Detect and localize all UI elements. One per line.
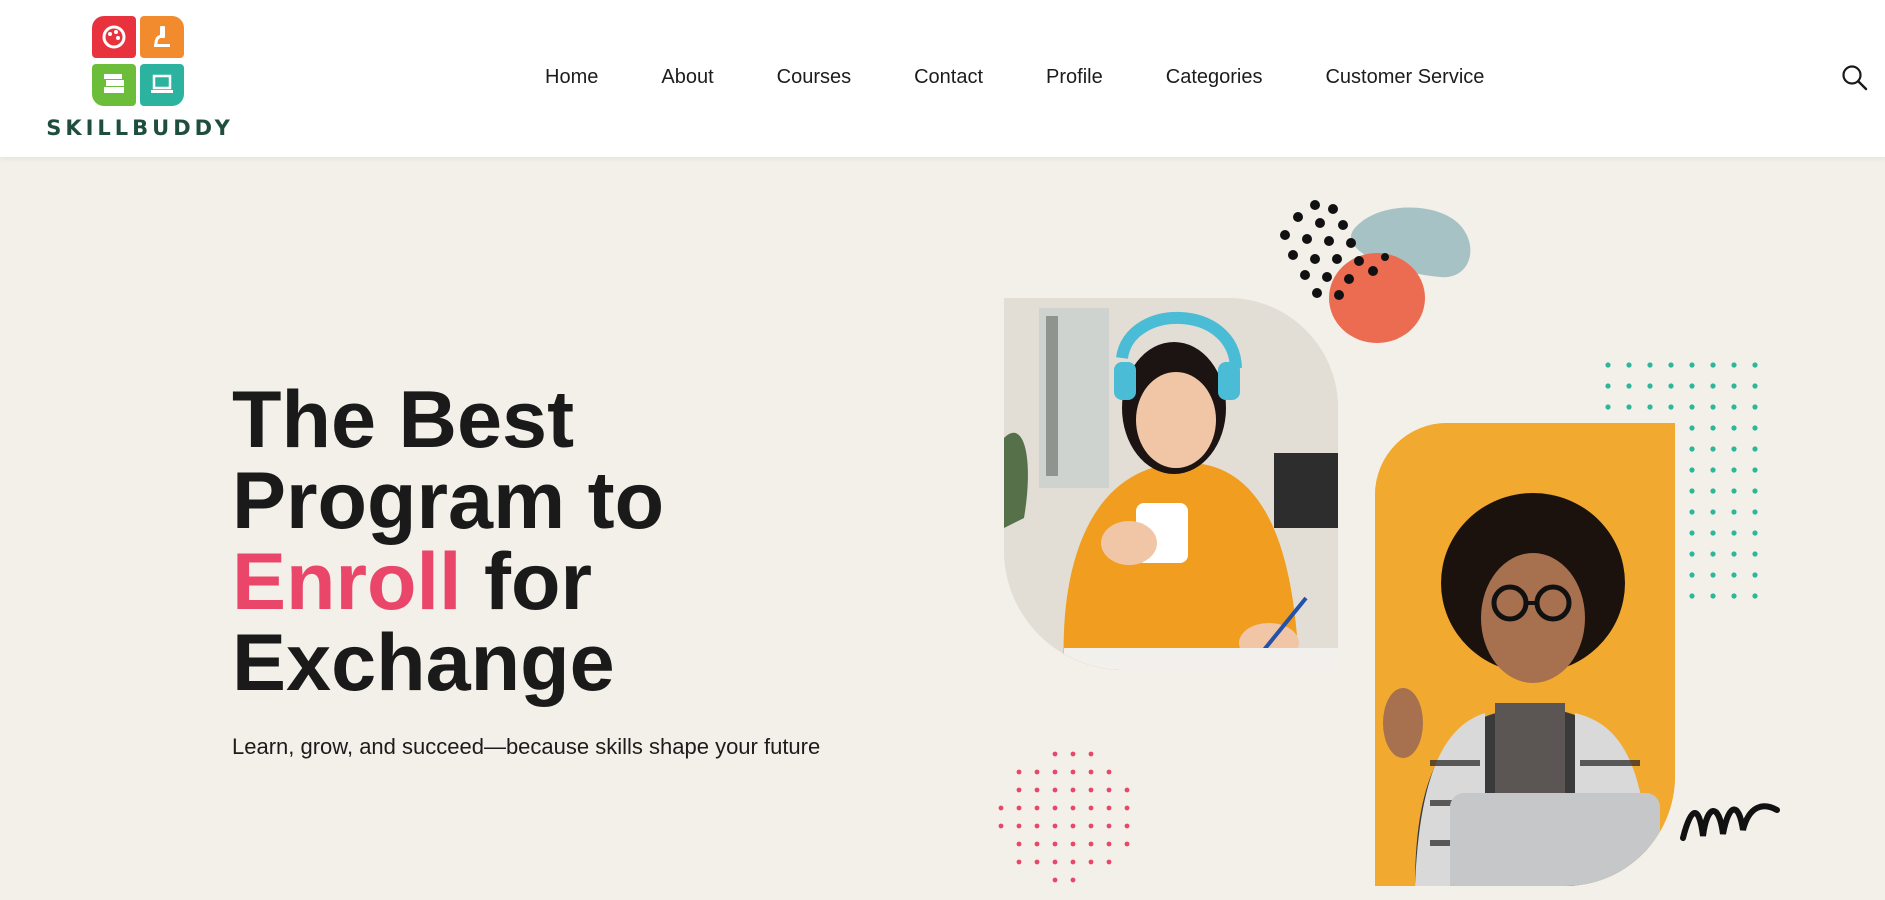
squiggle-decoration [1680,803,1780,841]
logo-tiles [92,16,188,108]
nav-contact[interactable]: Contact [914,66,983,89]
site-header: SKILLBUDDY Home About Courses Contact Pr… [0,0,1885,157]
brand-logo[interactable]: SKILLBUDDY [40,16,240,144]
brand-name: SKILLBUDDY [46,116,234,140]
hero-title-line3: for [461,537,592,627]
student-headphones-photo [1004,298,1338,670]
student-glasses-photo [1375,423,1675,886]
laptop-icon [140,64,184,106]
palette-icon [92,16,136,58]
nav-profile[interactable]: Profile [1046,66,1103,89]
main-nav: Home About Courses Contact Profile Categ… [545,66,1484,89]
hero-subtitle: Learn, grow, and succeed—because skills … [232,734,821,759]
nav-courses[interactable]: Courses [777,66,851,89]
hero-title-accent: Enroll [232,537,462,627]
hero-title-line2: Program to [232,456,665,546]
pink-dot-pattern [998,751,1130,883]
nav-about[interactable]: About [661,66,713,89]
hero-title-line4: Exchange [232,618,615,708]
search-icon[interactable] [1841,64,1869,92]
nav-customer-service[interactable]: Customer Service [1325,66,1484,89]
hero-title-line1: The Best [232,375,575,465]
hero-title: The Best Program to Enroll for Exchange [232,380,852,704]
nav-categories[interactable]: Categories [1166,66,1263,89]
microscope-icon [140,16,184,58]
nav-home[interactable]: Home [545,66,598,89]
books-icon [92,64,136,106]
